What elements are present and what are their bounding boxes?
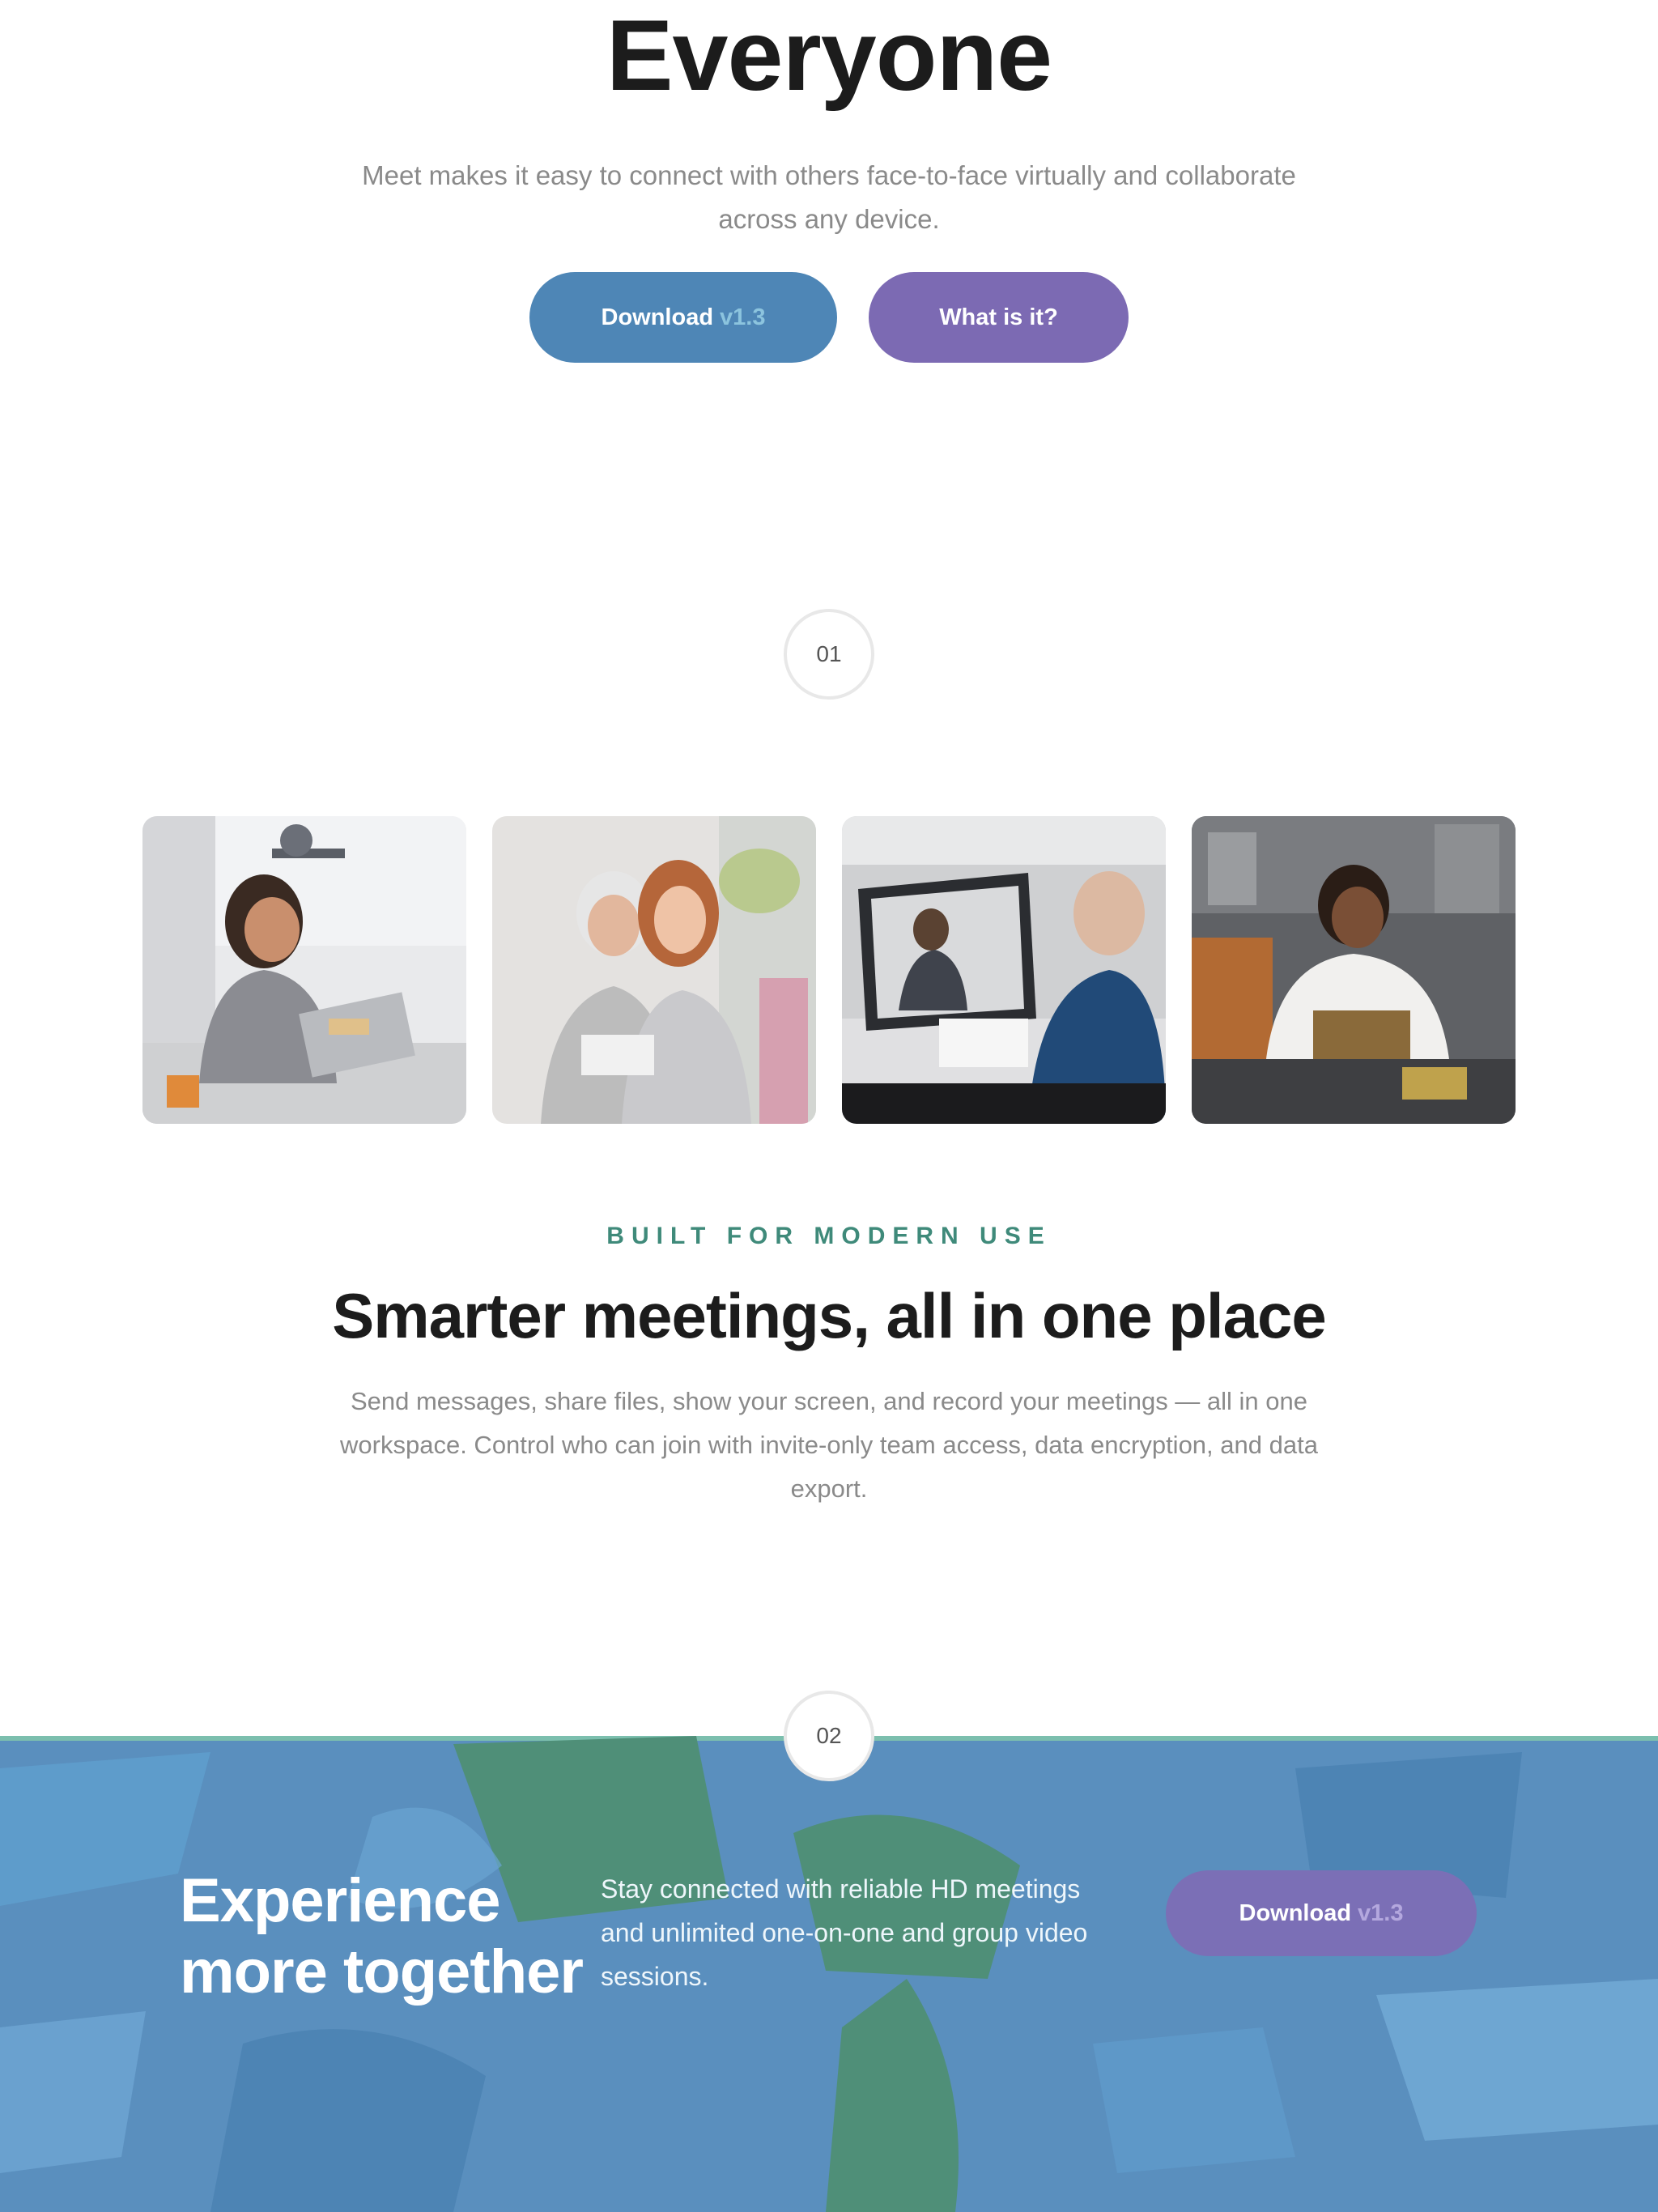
hero-subtitle: Meet makes it easy to connect with other… <box>362 160 1296 234</box>
features-body: Send messages, share files, show your sc… <box>340 1387 1318 1503</box>
woman-laptop-photo <box>142 816 466 1124</box>
features-title: Smarter meetings, all in one place <box>332 1280 1326 1351</box>
banner-title: Experience more together <box>180 1866 584 2006</box>
hero-section: Everyone Meet makes it easy to connect w… <box>0 0 1658 421</box>
grandmother-granddaughter-photo <box>492 816 816 1124</box>
step-number: 01 <box>816 641 842 666</box>
man-phone-photo <box>1192 816 1516 1124</box>
banner-download-version: v1.3 <box>1358 1899 1404 1926</box>
download-version: v1.3 <box>720 304 766 330</box>
hero-title: Everyone <box>606 0 1052 112</box>
download-button-label: Download <box>601 304 714 330</box>
banner-download-label: Download <box>1239 1899 1352 1926</box>
step-badge-01: 01 <box>784 609 874 700</box>
step-badge-02: 02 <box>784 1691 874 1781</box>
cta-banner: Experience more together Stay connected … <box>0 1736 1658 2212</box>
banner-text: Stay connected with reliable HD meetings… <box>601 1874 1088 1991</box>
section-eyebrow: BUILT FOR MODERN USE <box>606 1223 1052 1249</box>
photo-gallery <box>142 816 1516 1124</box>
video-call-photo <box>842 816 1166 1124</box>
download-button[interactable]: Download v1.3 <box>529 272 837 363</box>
banner-download-button[interactable]: Download v1.3 <box>1166 1870 1477 1956</box>
what-is-it-label: What is it? <box>939 304 1058 330</box>
what-is-it-button[interactable]: What is it? <box>869 272 1129 363</box>
step-number: 02 <box>816 1723 842 1748</box>
